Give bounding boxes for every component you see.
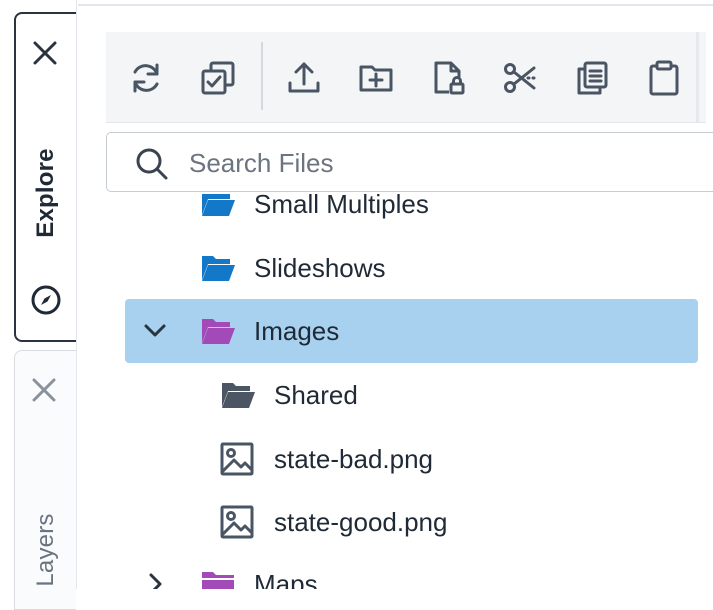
tree-item-small-multiples[interactable]: Small Multiples: [106, 194, 706, 236]
top-border: [78, 0, 713, 6]
tree-item-label: state-good.png: [274, 506, 448, 537]
tree-item-label: Images: [254, 315, 340, 346]
search-icon: [135, 147, 169, 186]
file-tree: Small Multiples Slideshows Images Shared: [106, 194, 713, 589]
paste-button[interactable]: [644, 58, 684, 98]
chevron-right-icon[interactable]: [141, 570, 169, 589]
tree-item-images[interactable]: Images: [125, 299, 698, 363]
tab-layers[interactable]: Layers: [14, 350, 76, 610]
folder-open-icon: [202, 256, 235, 281]
tree-item-label: Maps: [254, 568, 318, 590]
select-multiple-icon: [201, 61, 235, 95]
tab-layers-label: Layers: [31, 513, 59, 587]
tree-item-label: state-bad.png: [274, 443, 434, 474]
tree-item-maps[interactable]: Maps: [106, 552, 706, 589]
search-input[interactable]: [187, 145, 711, 181]
tree-item-label: Slideshows: [254, 252, 386, 283]
cut-button[interactable]: [500, 58, 540, 98]
upload-icon: [288, 62, 320, 93]
tree-item-slideshows[interactable]: Slideshows: [106, 236, 706, 300]
upload-button[interactable]: [284, 58, 324, 98]
tab-explore-label: Explore: [32, 148, 59, 238]
image-file-icon: [220, 442, 254, 476]
tree-item-shared[interactable]: Shared: [106, 363, 706, 427]
toolbar-edge: [696, 32, 699, 122]
new-folder-icon: [359, 65, 393, 92]
folder-icon: [202, 572, 234, 589]
tree-item-state-bad[interactable]: state-bad.png: [106, 427, 706, 491]
file-permissions-icon: [434, 61, 465, 95]
cut-icon: [504, 63, 536, 93]
folder-open-icon: [202, 194, 235, 216]
folder-open-icon: [222, 383, 255, 408]
new-folder-button[interactable]: [356, 58, 396, 98]
toolbar-separator: [261, 42, 263, 110]
paste-icon: [649, 60, 679, 96]
permissions-button[interactable]: [428, 58, 468, 98]
chevron-down-icon[interactable]: [141, 317, 169, 345]
refresh-icon: [133, 63, 159, 93]
tab-explore[interactable]: Explore: [14, 12, 76, 342]
close-icon[interactable]: [30, 38, 60, 68]
select-multiple-button[interactable]: [198, 58, 238, 98]
search-box: [106, 132, 713, 192]
panel-divider: [76, 0, 77, 589]
close-icon[interactable]: [29, 375, 59, 405]
copy-button[interactable]: [572, 58, 612, 98]
tree-item-state-good[interactable]: state-good.png: [106, 490, 706, 554]
file-toolbar: [106, 32, 706, 123]
tree-item-label: Shared: [274, 379, 358, 410]
tree-item-label: Small Multiples: [254, 194, 429, 219]
refresh-button[interactable]: [126, 58, 166, 98]
image-file-icon: [220, 505, 254, 539]
folder-open-icon: [202, 319, 235, 344]
copy-icon: [577, 61, 608, 95]
compass-icon: [30, 284, 62, 321]
